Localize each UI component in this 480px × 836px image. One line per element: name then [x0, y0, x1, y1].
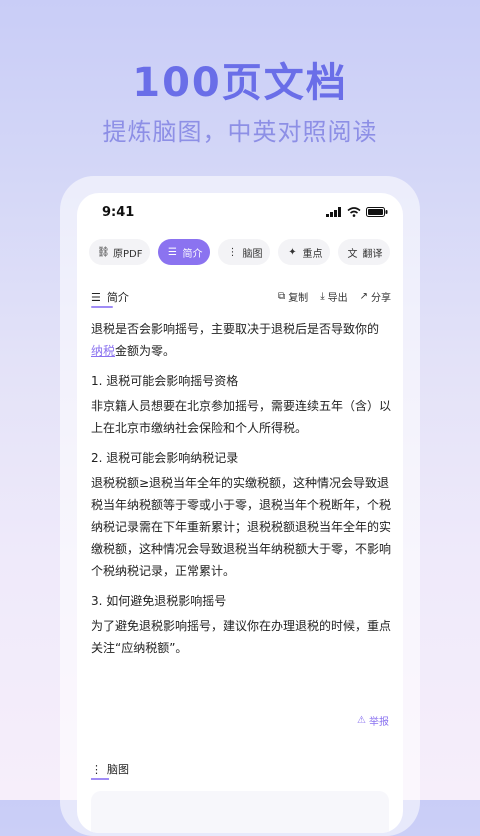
status-bar: 9:41	[77, 193, 403, 233]
phone-screen: 9:41 ⛓ 原PDF ☰ 简介 ⋮ 脑图 ✦ 重点 文 翻译 ☰ 简介 ⧉ 复…	[77, 193, 403, 833]
share-button[interactable]: ↗ 分享	[360, 289, 391, 304]
wifi-icon	[347, 207, 361, 217]
copy-icon: ⧉	[278, 291, 286, 302]
export-label: 导出	[327, 293, 348, 304]
mindmap-title: 脑图	[107, 763, 129, 776]
tab-mindmap[interactable]: ⋮ 脑图	[218, 239, 271, 265]
export-button[interactable]: ⤓ 导出	[320, 289, 347, 304]
alarm-icon: ⚠	[357, 715, 366, 726]
section-title: ☰ 简介	[91, 289, 129, 308]
status-icons	[326, 207, 388, 217]
section-actions: ⧉ 复制 ⤓ 导出 ↗ 分享	[278, 289, 391, 304]
translate-icon: 文	[347, 248, 358, 260]
paragraph-2: 退税税额≥退税当年全年的实缴税额，这种情况会导致退税当年纳税额等于零或小于零，退…	[91, 476, 392, 578]
copy-button[interactable]: ⧉ 复制	[278, 289, 308, 304]
report-label: 举报	[369, 717, 389, 728]
export-icon: ⤓	[320, 291, 325, 302]
link-icon: ⛓	[97, 246, 110, 258]
tab-highlights[interactable]: ✦ 重点	[278, 239, 331, 265]
tab-original-pdf[interactable]: ⛓ 原PDF	[89, 239, 151, 265]
intro-text: 退税是否会影响摇号，主要取决于退税后是否导致你的	[91, 322, 380, 336]
summary-content: 退税是否会影响摇号，主要取决于退税后是否导致你的纳税金额为零。 1. 退税可能会…	[91, 318, 391, 659]
mindmap-preview[interactable]	[91, 791, 389, 833]
summary-section-header: ☰ 简介 ⧉ 复制 ⤓ 导出 ↗ 分享	[91, 289, 391, 309]
paragraph-3: 为了避免退税影响摇号，建议你在办理退税的时候，重点关注“应纳税额”。	[91, 619, 392, 655]
summary-icon: ☰	[168, 246, 177, 258]
share-icon: ↗	[359, 291, 368, 302]
section-title-text: 简介	[106, 291, 129, 304]
tab-label: 翻译	[362, 248, 383, 260]
paragraph-1: 非京籍人员想要在北京参加摇号，需要连续五年（含）以上在北京市缴纳社会保险和个人所…	[91, 399, 392, 435]
promo-subheadline: 提炼脑图，中英对照阅读	[102, 118, 378, 146]
tab-label: 重点	[302, 248, 323, 260]
signal-icon	[326, 207, 341, 217]
mindmap-title-underline	[91, 778, 109, 780]
share-label: 分享	[371, 293, 391, 304]
heading-1: 1. 退税可能会影响摇号资格	[91, 374, 239, 388]
tab-bar: ⛓ 原PDF ☰ 简介 ⋮ 脑图 ✦ 重点 文 翻译	[89, 239, 391, 265]
copy-label: 复制	[288, 293, 309, 304]
mindmap-icon: ⋮	[91, 762, 102, 776]
status-time: 9:41	[102, 205, 135, 220]
tab-label: 脑图	[242, 248, 263, 260]
tab-label: 原PDF	[113, 248, 143, 260]
heading-2: 2. 退税可能会影响纳税记录	[91, 451, 239, 465]
mindmap-icon: ⋮	[227, 246, 238, 258]
summary-icon: ☰	[91, 290, 101, 304]
battery-icon	[366, 207, 388, 217]
tab-label: 简介	[182, 248, 203, 260]
tab-summary[interactable]: ☰ 简介	[158, 239, 211, 265]
sparkle-icon: ✦	[288, 246, 297, 258]
tax-link[interactable]: 纳税	[91, 344, 115, 358]
promo-headline: 100页文档	[132, 60, 348, 106]
heading-3: 3. 如何避免退税影响摇号	[91, 594, 227, 608]
section-title-underline	[91, 306, 113, 308]
intro-paragraph: 退税是否会影响摇号，主要取决于退税后是否导致你的纳税金额为零。	[91, 318, 391, 362]
tab-translate[interactable]: 文 翻译	[338, 239, 391, 265]
intro-text-end: 金额为零。	[115, 344, 176, 358]
mindmap-section-header: ⋮ 脑图	[91, 761, 129, 780]
report-button[interactable]: ⚠ 举报	[357, 713, 389, 728]
